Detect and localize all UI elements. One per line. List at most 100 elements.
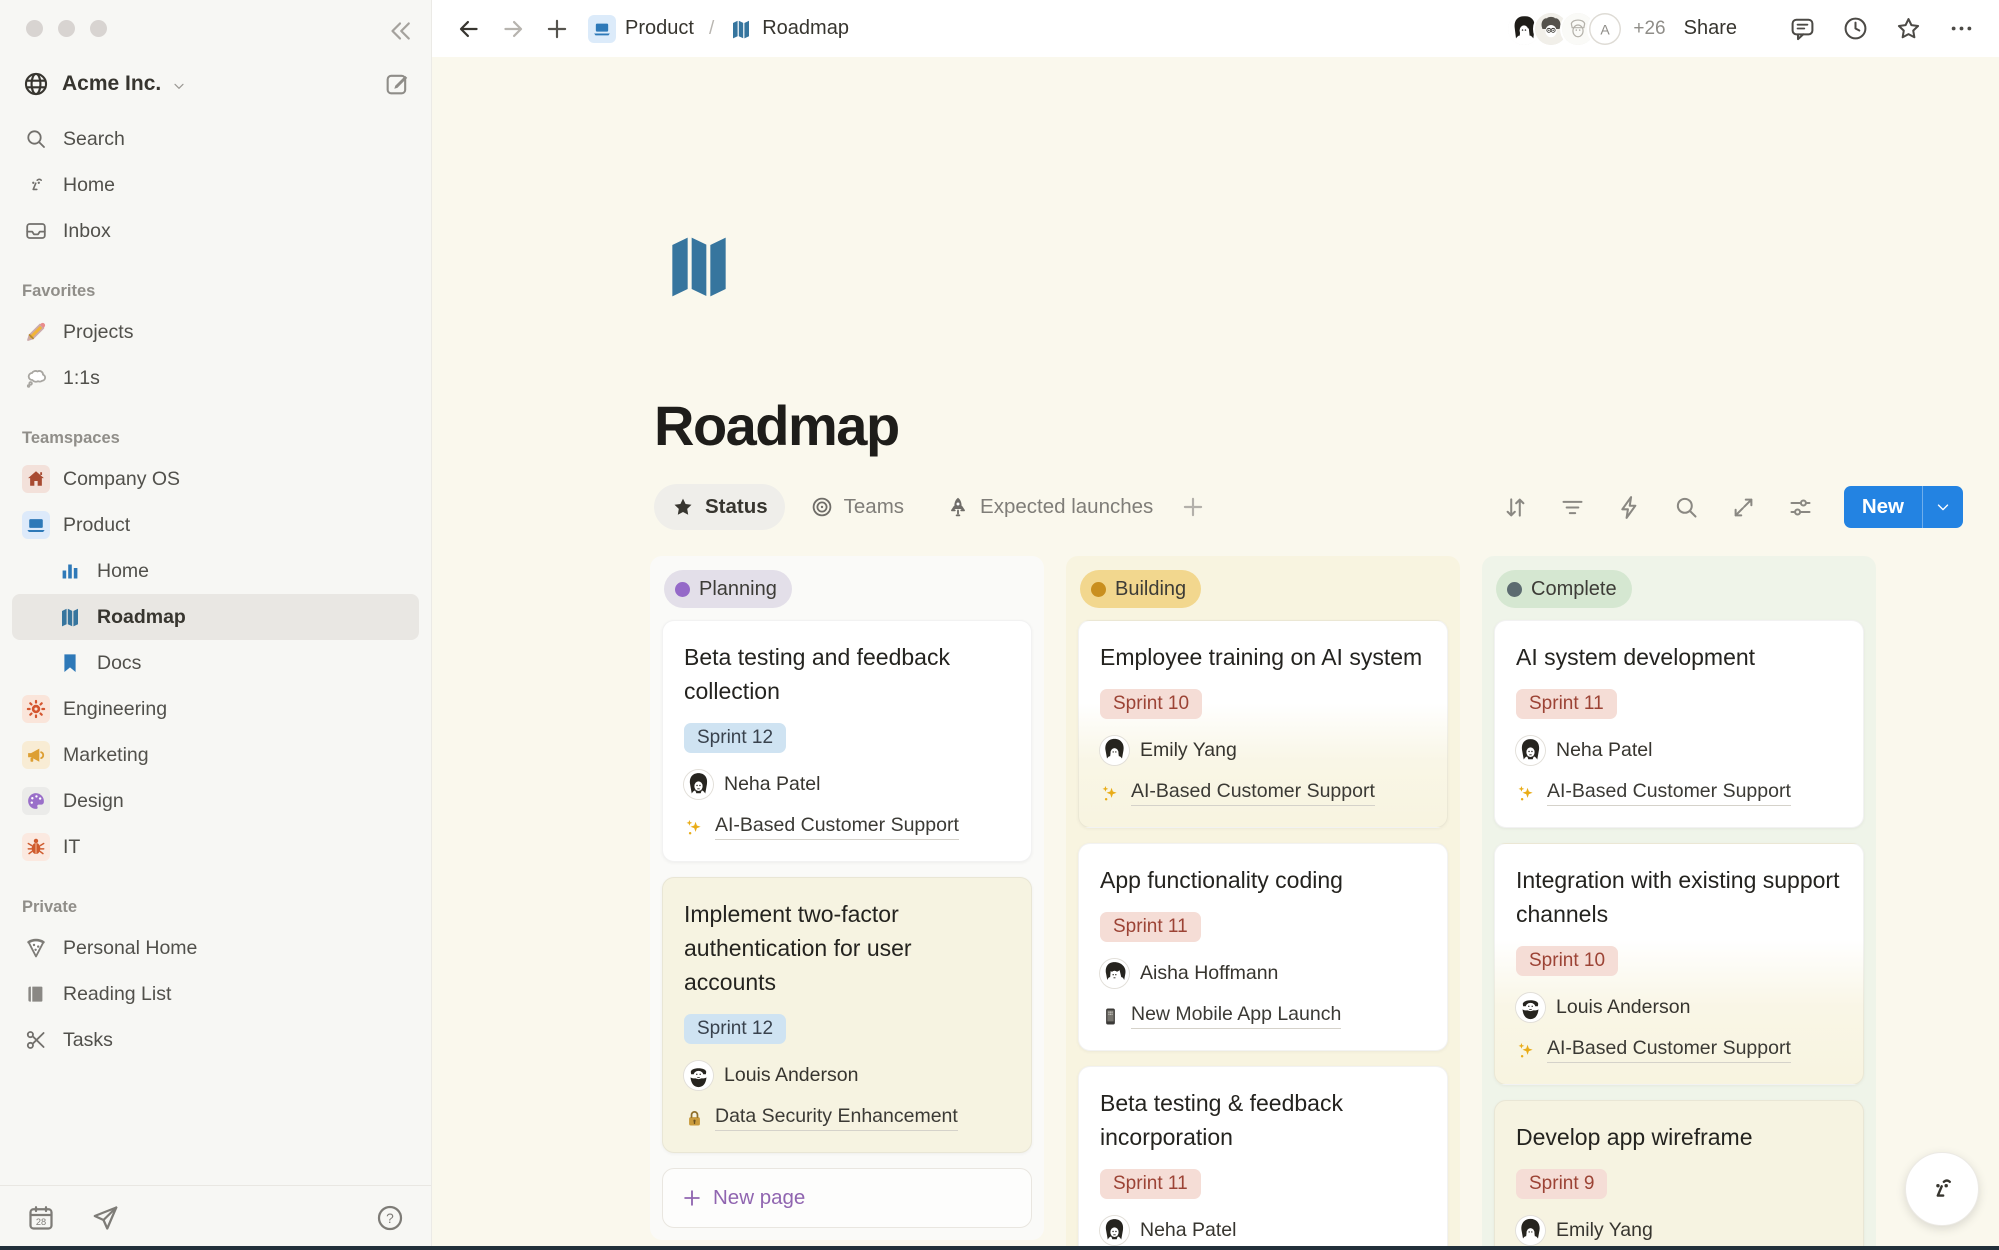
column-status-pill[interactable]: Complete xyxy=(1496,570,1632,608)
column-status-pill[interactable]: Building xyxy=(1080,570,1201,608)
sidebar-item-tasks[interactable]: Tasks xyxy=(12,1017,419,1063)
sidebar-item-label: Tasks xyxy=(63,1029,113,1052)
person-name: Louis Anderson xyxy=(724,1064,858,1087)
compose-icon[interactable] xyxy=(383,70,411,98)
card-relation-link[interactable]: AI-Based Customer Support xyxy=(1516,780,1842,806)
window-close-button[interactable] xyxy=(26,20,43,37)
page-icon-map[interactable] xyxy=(658,225,740,305)
sidebar-item-it[interactable]: IT xyxy=(12,824,419,870)
sidebar-item-label: Inbox xyxy=(63,220,111,243)
avatar-neha xyxy=(1516,736,1545,765)
help-icon[interactable]: ? xyxy=(375,1203,405,1233)
doodle-face-icon xyxy=(1924,1171,1960,1207)
sidebar-item-label: Roadmap xyxy=(97,606,186,629)
view-tabs-row: Status Teams Expected launches New xyxy=(654,483,1963,531)
sidebar-item-home[interactable]: Home xyxy=(12,162,419,208)
search-icon xyxy=(22,125,50,153)
svg-text:?: ? xyxy=(386,1211,394,1226)
avatar-louis xyxy=(684,1061,713,1090)
tab-teams[interactable]: Teams xyxy=(793,484,921,530)
sidebar-item-personal-home[interactable]: Personal Home xyxy=(12,925,419,971)
sidebar-item-product[interactable]: Product xyxy=(12,502,419,548)
kanban-card[interactable]: Implement two-factor authentication for … xyxy=(662,877,1032,1153)
card-relation-link[interactable]: AI-Based Customer Support xyxy=(1516,1037,1842,1063)
column-status-pill[interactable]: Planning xyxy=(664,570,792,608)
sidebar-item-company-os[interactable]: Company OS xyxy=(12,456,419,502)
topbar-actions: A +26 Share xyxy=(1506,11,1975,47)
kanban-card[interactable]: Develop app wireframeSprint 9Emily Yang xyxy=(1494,1100,1864,1250)
page-title: Roadmap xyxy=(654,393,899,458)
sidebar-item-roadmap[interactable]: Roadmap xyxy=(12,594,419,640)
window-zoom-button[interactable] xyxy=(90,20,107,37)
rocket-icon xyxy=(946,495,970,519)
sidebar-item-search[interactable]: Search xyxy=(12,116,419,162)
person-name: Emily Yang xyxy=(1140,739,1237,762)
card-relation-link[interactable]: AI-Based Customer Support xyxy=(1100,780,1426,806)
workspace-name: Acme Inc. xyxy=(62,72,161,96)
sidebar-item-inbox[interactable]: Inbox xyxy=(12,208,419,254)
sidebar-item-projects[interactable]: Projects xyxy=(12,309,419,355)
sidebar-item-1-1s[interactable]: 1:1s xyxy=(12,355,419,401)
new-page-button[interactable]: New page xyxy=(662,1168,1032,1228)
kanban-card[interactable]: App functionality codingSprint 11Aisha H… xyxy=(1078,843,1448,1051)
breadcrumb-item-roadmap[interactable]: Roadmap xyxy=(729,17,849,41)
sidebar-item-docs[interactable]: Docs xyxy=(12,640,419,686)
card-relation-link[interactable]: New Mobile App Launch xyxy=(1100,1003,1426,1029)
card-relation-link[interactable]: AI-Based Customer Support xyxy=(684,814,1010,840)
breadcrumb-separator: / xyxy=(709,18,714,40)
tab-label: Status xyxy=(705,495,768,519)
sidebar-item-marketing[interactable]: Marketing xyxy=(12,732,419,778)
breadcrumb-item-product[interactable]: Product xyxy=(588,15,694,43)
sidebar-item-label: Design xyxy=(63,790,124,813)
sidebar-collapse-icon[interactable] xyxy=(385,16,415,46)
card-person: Emily Yang xyxy=(1516,1216,1842,1245)
sidebar-nav: SearchHomeInboxFavoritesProjects1:1sTeam… xyxy=(0,116,431,1184)
tab-label: Teams xyxy=(844,495,904,519)
expand-icon xyxy=(1730,494,1757,521)
new-tab-plus-icon[interactable] xyxy=(544,16,570,42)
sidebar-item-home[interactable]: Home xyxy=(12,548,419,594)
sidebar-section-label: Private xyxy=(22,898,419,917)
kanban-card[interactable]: Employee training on AI systemSprint 10E… xyxy=(1078,620,1448,828)
star-outline-icon[interactable] xyxy=(1895,15,1922,42)
add-view-icon[interactable] xyxy=(1180,494,1206,520)
sparkles-icon xyxy=(684,817,705,838)
notion-ai-fab[interactable] xyxy=(1905,1152,1979,1226)
sidebar-item-reading-list[interactable]: Reading List xyxy=(12,971,419,1017)
tab-status[interactable]: Status xyxy=(654,484,785,530)
card-title: Implement two-factor authentication for … xyxy=(684,897,1010,999)
ellipsis-icon[interactable] xyxy=(1948,15,1975,42)
send-icon[interactable] xyxy=(90,1203,120,1233)
workspace-switcher[interactable]: Acme Inc. xyxy=(14,60,419,108)
person-name: Neha Patel xyxy=(1556,739,1652,762)
topbar: Product / Roadmap A +26 Share xyxy=(432,0,1999,57)
avatar-aisha xyxy=(1100,959,1129,988)
kanban-card[interactable]: Beta testing & feedback incorporationSpr… xyxy=(1078,1066,1448,1250)
kanban-card[interactable]: Beta testing and feedback collectionSpri… xyxy=(662,620,1032,862)
new-button[interactable]: New xyxy=(1844,486,1963,528)
pencil-icon xyxy=(22,318,50,346)
card-relation-link[interactable]: Data Security Enhancement xyxy=(684,1105,1010,1131)
new-button-dropdown[interactable] xyxy=(1922,486,1963,528)
kanban-card[interactable]: Integration with existing support channe… xyxy=(1494,843,1864,1085)
comment-icon[interactable] xyxy=(1789,15,1816,42)
calendar-icon[interactable]: 28 xyxy=(26,1203,56,1233)
globe-icon xyxy=(22,70,50,98)
forward-arrow-icon[interactable] xyxy=(500,16,526,42)
avatar-letter[interactable]: A xyxy=(1587,11,1623,47)
collaborator-avatars[interactable]: A xyxy=(1506,11,1623,47)
sidebar-item-design[interactable]: Design xyxy=(12,778,419,824)
tab-expected-launches[interactable]: Expected launches xyxy=(929,484,1170,530)
kanban-card[interactable]: AI system developmentSprint 11Neha Patel… xyxy=(1494,620,1864,828)
breadcrumb-label: Roadmap xyxy=(762,17,849,40)
window-controls[interactable] xyxy=(26,20,107,37)
sidebar-item-engineering[interactable]: Engineering xyxy=(12,686,419,732)
clock-icon[interactable] xyxy=(1842,15,1869,42)
share-button[interactable]: Share xyxy=(1684,17,1737,40)
column-status-label: Planning xyxy=(699,578,777,601)
card-title: Employee training on AI system xyxy=(1100,640,1426,674)
back-arrow-icon[interactable] xyxy=(456,16,482,42)
card-person: Neha Patel xyxy=(684,770,1010,799)
window-minimize-button[interactable] xyxy=(58,20,75,37)
card-person: Neha Patel xyxy=(1100,1216,1426,1245)
